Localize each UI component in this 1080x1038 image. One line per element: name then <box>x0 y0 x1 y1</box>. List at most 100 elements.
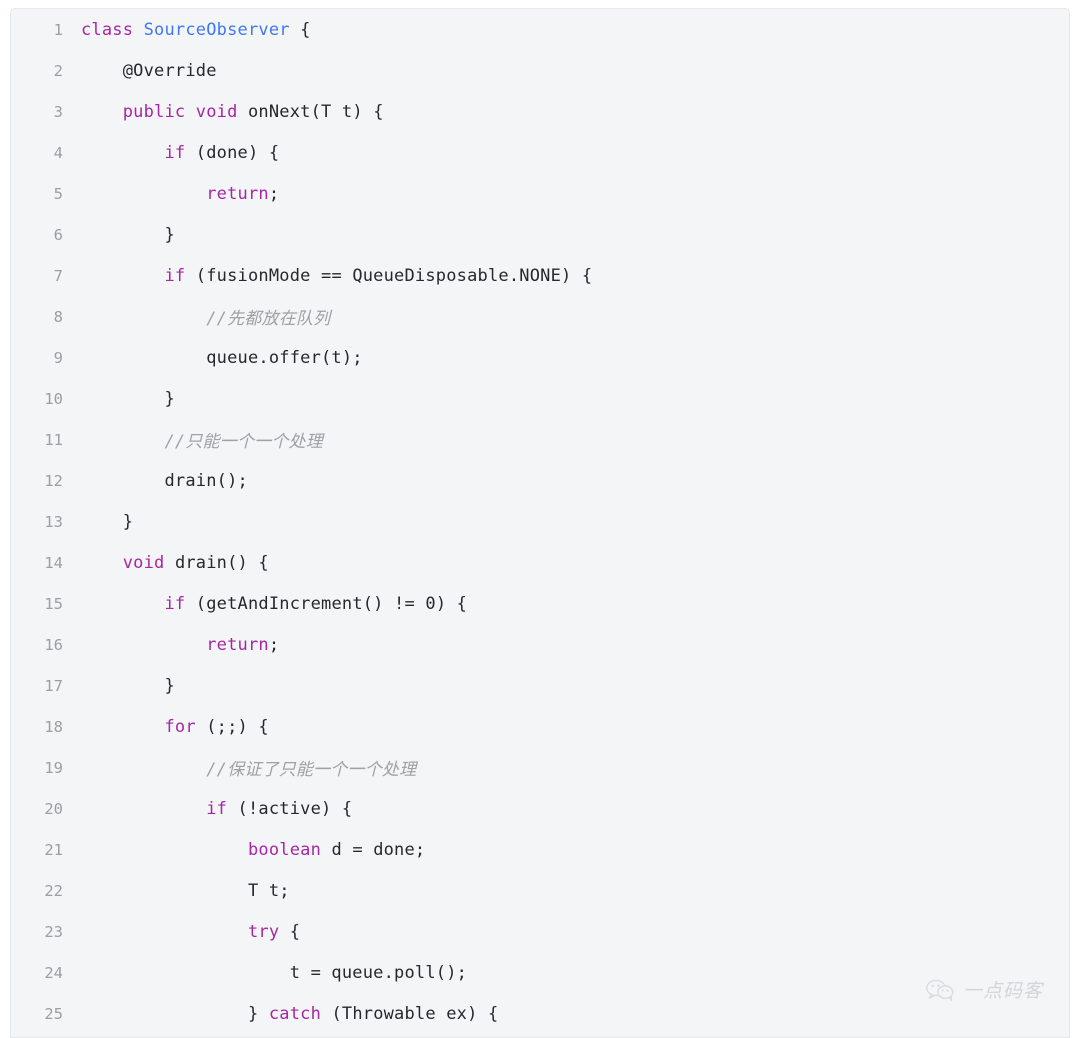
code-line-content: return; <box>81 624 592 665</box>
code-line: 14 void drain() { <box>11 542 592 583</box>
code-line: 21 boolean d = done; <box>11 829 592 870</box>
line-number: 25 <box>44 1004 63 1023</box>
line-number: 15 <box>44 594 63 613</box>
code-line: 25 } catch (Throwable ex) { <box>11 993 592 1034</box>
token-plain: } <box>81 388 175 409</box>
token-plain: } <box>81 511 134 532</box>
code-block-card: 1 class SourceObserver {2 @Override 3 publ… <box>10 8 1070 1038</box>
token-keyword: return <box>206 183 269 204</box>
line-number: 21 <box>44 840 63 859</box>
code-line-content: public void onNext(T t) { <box>81 91 592 132</box>
token-keyword: if <box>164 142 186 163</box>
token-plain: } <box>81 1003 269 1024</box>
line-number: 12 <box>44 471 63 490</box>
code-table: 1 class SourceObserver {2 @Override 3 publ… <box>11 9 592 1034</box>
code-line: 11 //只能一个一个处理 <box>11 419 592 460</box>
token-plain: (;;) { <box>195 716 269 737</box>
token-function: onNext <box>247 101 311 122</box>
code-line: 12 drain(); <box>11 460 592 501</box>
line-number: 2 <box>53 61 63 80</box>
code-line: 9 queue.offer(t); <box>11 337 592 378</box>
token-plain: d = done; <box>321 839 426 860</box>
token-plain: } <box>81 224 175 245</box>
token-plain: ) { <box>435 593 468 614</box>
code-line-content: boolean d = done; <box>81 829 592 870</box>
code-line: 10 } <box>11 378 592 419</box>
code-line-content: for (;;) { <box>81 706 592 747</box>
code-line: 16 return; <box>11 624 592 665</box>
code-line: 2 @Override <box>11 50 592 91</box>
code-line: 4 if (done) { <box>11 132 592 173</box>
token-function: drain <box>174 552 228 573</box>
code-line-content: if (getAndIncrement() != 0) { <box>81 583 592 624</box>
token-keyword: if <box>164 593 186 614</box>
code-line-content: void drain() { <box>81 542 592 583</box>
line-number: 9 <box>53 348 63 367</box>
line-number: 22 <box>44 881 63 900</box>
token-keyword: void <box>122 552 165 573</box>
token-plain: queue.offer(t); <box>81 347 363 368</box>
code-line-content: } <box>81 665 592 706</box>
code-line-content: //保证了只能一个一个处理 <box>81 747 592 788</box>
line-number: 1 <box>53 20 63 39</box>
code-line: 3 public void onNext(T t) { <box>11 91 592 132</box>
line-number: 23 <box>44 922 63 941</box>
line-number: 24 <box>44 963 63 982</box>
code-line-content: //先都放在队列 <box>81 296 592 337</box>
code-line-content: if (fusionMode == QueueDisposable.NONE) … <box>81 255 592 296</box>
line-number: 11 <box>44 430 63 449</box>
code-line: 7 if (fusionMode == QueueDisposable.NONE… <box>11 255 592 296</box>
line-number: 18 <box>44 717 63 736</box>
token-keyword: try <box>247 921 280 942</box>
code-line: 19 //保证了只能一个一个处理 <box>11 747 592 788</box>
code-line: 5 return; <box>11 173 592 214</box>
line-number: 4 <box>53 143 63 162</box>
line-number: 6 <box>53 225 63 244</box>
code-line-content: } <box>81 214 592 255</box>
token-keyword: void <box>195 101 238 122</box>
code-line: 20 if (!active) { <box>11 788 592 829</box>
token-plain: (Throwable ex) { <box>321 1003 499 1024</box>
code-line-content: } <box>81 501 592 542</box>
token-keyword: boolean <box>247 839 322 860</box>
code-line-content: return; <box>81 173 592 214</box>
code-line: 17 } <box>11 665 592 706</box>
token-number: 0 <box>425 593 436 614</box>
code-line-content: queue.offer(t); <box>81 337 592 378</box>
code-line: 18 for (;;) { <box>11 706 592 747</box>
token-keyword: catch <box>268 1003 322 1024</box>
code-line-content: @Override <box>81 50 592 91</box>
code-scroll-area[interactable]: 1 class SourceObserver {2 @Override 3 publ… <box>11 9 1069 1037</box>
line-number: 8 <box>53 307 63 326</box>
code-line-content: if (done) { <box>81 132 592 173</box>
token-keyword: if <box>206 798 228 819</box>
line-number: 10 <box>44 389 63 408</box>
code-line: 15 if (getAndIncrement() != 0) { <box>11 583 592 624</box>
token-plain: { <box>279 921 301 942</box>
token-annotation: @Override <box>122 60 217 81</box>
code-line: 23 try { <box>11 911 592 952</box>
token-comment: //只能一个一个处理 <box>164 432 323 452</box>
token-type: SourceObserver <box>143 19 290 40</box>
token-plain: () { <box>227 552 269 573</box>
line-number: 7 <box>53 266 63 285</box>
token-comment: //先都放在队列 <box>206 309 331 329</box>
token-keyword: for <box>164 716 196 737</box>
token-plain: (T t) { <box>310 101 384 122</box>
token-plain: (fusionMode == QueueDisposable.NONE) { <box>185 265 593 286</box>
code-line-content: if (!active) { <box>81 788 592 829</box>
